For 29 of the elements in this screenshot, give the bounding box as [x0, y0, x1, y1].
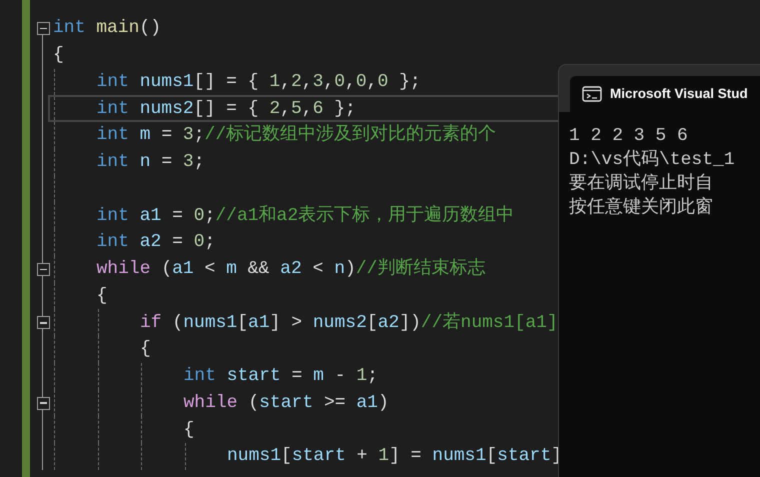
- code-line: int n = 3;: [96, 153, 205, 172]
- code-line: int nums2[] = { 2,5,6 };: [96, 100, 356, 118]
- console-output-line: 1 2 2 3 5 6: [569, 125, 689, 148]
- console-output-line: 按任意键关闭此窗: [569, 196, 714, 220]
- code-line: while (start >= a1): [182, 394, 389, 412]
- fold-toggle[interactable]: [36, 316, 50, 330]
- code-line: {: [52, 46, 64, 64]
- code-line: while (a1 < m && a2 < n)//判断结束标志: [96, 260, 486, 278]
- console-output-line: D:\vs代码\test_1: [569, 148, 736, 172]
- indent-guide: [54, 97, 55, 120]
- console-tab[interactable]: Microsoft Visual Stud: [570, 76, 760, 112]
- fold-toggle[interactable]: [36, 396, 50, 410]
- fold-toggle[interactable]: [36, 262, 50, 276]
- code-line: {: [182, 420, 194, 439]
- fold-toggle[interactable]: [36, 22, 50, 35]
- code-line: int a1 = 0;//a1和a2表示下标，用于遍历数组中: [96, 206, 514, 225]
- code-line: int main(): [52, 19, 162, 38]
- indent-guide: [54, 68, 55, 96]
- code-line: {: [96, 286, 108, 305]
- code-line: int m = 3;//标记数组中涉及到对比的元素的个: [96, 126, 496, 144]
- code-line: int start = m - 1;: [182, 367, 378, 386]
- code-line: int nums1[] = { 1,2,3,0,0,0 };: [96, 72, 421, 91]
- terminal-icon: [582, 86, 602, 102]
- code-line: int a2 = 0;: [96, 233, 216, 252]
- window-title: Microsoft Visual Stud: [610, 84, 748, 103]
- code-line: if (nums1[a1] > nums2[a2])//若nums1[a1]: [139, 314, 558, 332]
- code-line: {: [139, 340, 151, 358]
- console-output-line: 要在调试停止时自: [569, 172, 714, 196]
- indent-guide: [184, 443, 186, 470]
